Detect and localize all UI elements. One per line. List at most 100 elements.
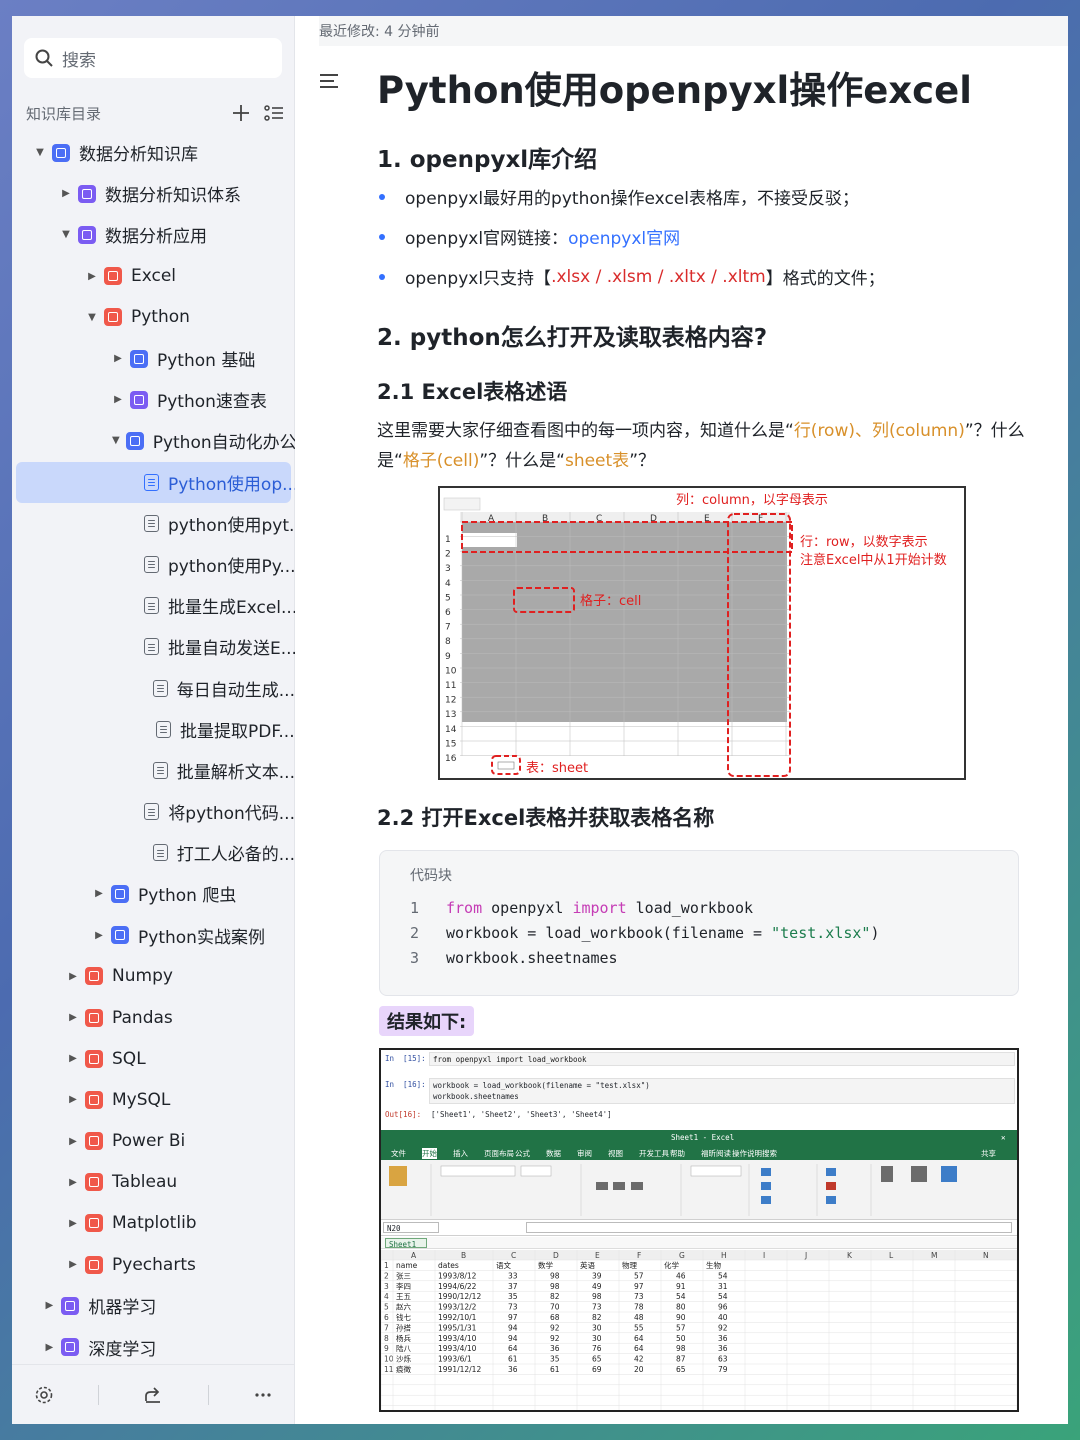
excel-row-header: 1 (384, 1261, 389, 1270)
excel-cell: 35 (508, 1292, 518, 1301)
caret-down-icon[interactable]: ▼ (34, 147, 46, 158)
sidebar-item-25[interactable]: ▶ Tableau (12, 1162, 295, 1203)
excel-ribbon-tab[interactable]: 开始 (422, 1148, 437, 1159)
openpyxl-link[interactable]: openpyxl官网 (568, 224, 680, 249)
excel-ribbon-tab[interactable]: 数据 (546, 1148, 561, 1159)
sidebar-item-17[interactable]: 打工人必备的... (12, 832, 295, 873)
document-area: 最近修改: 4 分钟前 Python使用openpyxl操作excel 1. o… (295, 16, 1068, 1424)
caret-right-icon[interactable]: ▶ (67, 1259, 79, 1270)
sidebar-item-4[interactable]: ▼ Python (12, 297, 295, 338)
result-screenshot: In [15]: from openpyxl import load_workb… (379, 1048, 1019, 1412)
caret-right-icon[interactable]: ▶ (67, 1218, 79, 1229)
sidebar-item-16[interactable]: 将python代码... (12, 791, 295, 832)
settings-icon[interactable] (34, 1385, 54, 1405)
sidebar-item-0[interactable]: ▼ 数据分析知识库 (12, 132, 295, 173)
caret-right-icon[interactable]: ▶ (86, 271, 98, 282)
folder-icon (85, 1132, 104, 1151)
sidebar-item-11[interactable]: 批量生成Excel... (12, 585, 297, 626)
excel-namebox[interactable]: N20 (383, 1222, 439, 1233)
sidebar-item-27[interactable]: ▶ Pyecharts (12, 1244, 295, 1285)
excel-column-header: B (461, 1251, 466, 1260)
excel-ribbon-tab[interactable]: 福昕阅读 (701, 1148, 731, 1159)
row-header: 11 (445, 681, 456, 691)
caret-down-icon[interactable]: ▼ (60, 229, 72, 240)
excel-ribbon-tab[interactable]: 审阅 (577, 1148, 592, 1159)
sidebar-item-22[interactable]: ▶ SQL (12, 1038, 295, 1079)
caret-right-icon[interactable]: ▶ (43, 1342, 55, 1353)
caret-down-icon[interactable]: ▼ (86, 312, 98, 323)
caret-right-icon[interactable]: ▶ (93, 930, 105, 941)
search-input[interactable]: 搜索 (24, 38, 282, 78)
caret-right-icon[interactable]: ▶ (67, 971, 79, 982)
sidebar-item-1[interactable]: ▶ 数据分析知识体系 (12, 173, 295, 214)
sidebar-item-20[interactable]: ▶ Numpy (12, 956, 295, 997)
caret-right-icon[interactable]: ▶ (67, 1094, 79, 1105)
excel-ribbon-tab[interactable]: 视图 (608, 1148, 623, 1159)
caret-right-icon[interactable]: ▶ (67, 1053, 79, 1064)
code-block[interactable]: 代码块 1 from openpyxl import load_workbook 2… (379, 850, 1019, 996)
outline-list-icon[interactable] (264, 104, 284, 122)
excel-sheet-tab[interactable]: Sheet1 (385, 1238, 427, 1249)
share-icon[interactable] (143, 1385, 163, 1405)
jupyter-cell-16: workbook = load_workbook(filename = "tes… (429, 1078, 1015, 1104)
document-icon (152, 844, 168, 862)
caret-right-icon[interactable]: ▶ (67, 1136, 79, 1147)
sidebar-item-29[interactable]: ▶ 深度学习 (12, 1326, 295, 1367)
excel-ribbon-tab[interactable]: 开发工具 (639, 1148, 669, 1159)
excel-cell: 1991/12/12 (438, 1365, 481, 1374)
caret-right-icon[interactable]: ▶ (43, 1300, 55, 1311)
folder-icon (130, 390, 148, 409)
jupyter-cell-15-code: from openpyxl import load_workbook (433, 1055, 587, 1064)
sidebar-item-26[interactable]: ▶ Matplotlib (12, 1203, 295, 1244)
caret-down-icon[interactable]: ▼ (112, 435, 120, 446)
excel-ribbon-tab[interactable]: 插入 (453, 1148, 468, 1159)
excel-cell: 98 (550, 1282, 560, 1291)
excel-formula-input[interactable] (526, 1222, 1012, 1233)
sidebar-item-21[interactable]: ▶ Pandas (12, 997, 295, 1038)
caret-right-icon[interactable]: ▶ (60, 188, 72, 199)
line-number: 1 (410, 899, 420, 917)
caret-right-icon[interactable]: ▶ (112, 353, 124, 364)
sidebar-item-15[interactable]: 批量解析文本... (12, 750, 295, 791)
sidebar-item-23[interactable]: ▶ MySQL (12, 1079, 295, 1120)
close-icon[interactable]: ✕ (1001, 1133, 1006, 1142)
sidebar-item-18[interactable]: ▶ Python 爬虫 (12, 873, 295, 914)
sidebar-item-5[interactable]: ▶ Python 基础 (12, 338, 295, 379)
add-icon[interactable] (232, 104, 250, 122)
excel-ribbon-tab[interactable]: 帮助 (670, 1148, 685, 1159)
code-token: ) (870, 924, 880, 942)
menu-icon[interactable] (319, 72, 341, 90)
excel-ribbon-tab[interactable]: 操作说明搜索 (732, 1148, 777, 1159)
excel-column-header: G (679, 1251, 685, 1260)
sidebar-item-9[interactable]: python使用pyt... (12, 503, 305, 544)
folder-icon (85, 1173, 104, 1192)
excel-share-button[interactable]: 共享 (981, 1148, 996, 1159)
excel-cell: 73 (634, 1292, 644, 1301)
excel-ribbon-tab[interactable]: 页面布局 (484, 1148, 514, 1159)
more-icon[interactable] (253, 1385, 273, 1405)
sidebar-item-7[interactable]: ▼ Python自动化办公 (12, 420, 297, 461)
code-token: import (572, 899, 627, 917)
row-header: 9 (445, 652, 451, 662)
sidebar-item-label: 机器学习 (88, 1298, 157, 1319)
sidebar-item-13[interactable]: 每日自动生成... (12, 667, 295, 708)
caret-right-icon[interactable]: ▶ (67, 1177, 79, 1188)
sidebar-item-3[interactable]: ▶ Excel (12, 256, 295, 297)
sidebar-item-24[interactable]: ▶ Power Bi (12, 1121, 295, 1162)
excel-ribbon-tab[interactable]: 公式 (515, 1148, 530, 1159)
sidebar-item-2[interactable]: ▼ 数据分析应用 (12, 214, 295, 255)
sidebar-item-19[interactable]: ▶ Python实战案例 (12, 915, 295, 956)
excel-cell: 孙搭 (396, 1322, 411, 1332)
caret-right-icon[interactable]: ▶ (93, 888, 105, 899)
row-header: 4 (445, 579, 451, 589)
sidebar-item-6[interactable]: ▶ Python速查表 (12, 379, 295, 420)
sidebar-item-8[interactable]: Python使用op... (16, 461, 298, 503)
sidebar-item-10[interactable]: python使用Py... (12, 544, 296, 585)
caret-right-icon[interactable]: ▶ (112, 394, 124, 405)
caret-right-icon[interactable]: ▶ (67, 1012, 79, 1023)
sidebar-item-28[interactable]: ▶ 机器学习 (12, 1285, 295, 1326)
sidebar-item-14[interactable]: 批量提取PDF... (12, 709, 295, 750)
sidebar-item-12[interactable]: 批量自动发送E... (12, 626, 297, 667)
excel-ribbon-tab[interactable]: 文件 (391, 1148, 406, 1159)
excel-cell: 54 (676, 1292, 686, 1301)
